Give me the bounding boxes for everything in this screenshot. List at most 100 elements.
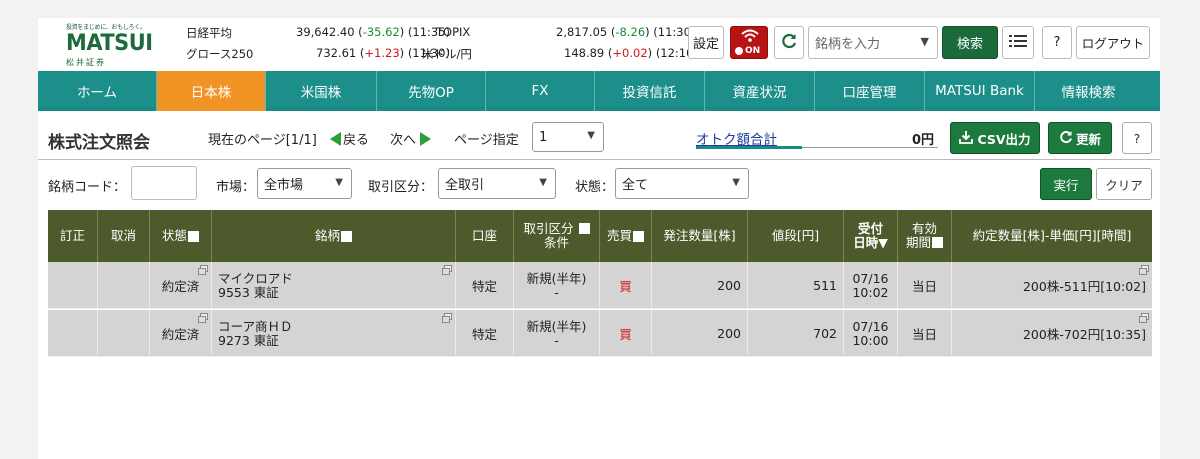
page-select[interactable]: 1 ▼ <box>532 122 604 152</box>
reload-icon <box>780 32 798 54</box>
csv-export-button[interactable]: CSV出力 <box>950 122 1040 154</box>
cell-status[interactable]: 約定済 <box>150 262 212 309</box>
download-icon <box>959 130 974 147</box>
page-container: 投資をまじめに、おもしろく。 MATSUI 松井証券 日経平均 39,642.4… <box>38 18 1160 459</box>
back-link[interactable]: 戻る <box>330 129 369 148</box>
chevron-down-icon: ▼ <box>335 177 343 188</box>
settings-button[interactable]: 設定 <box>688 26 724 59</box>
popup-icon[interactable] <box>198 265 208 275</box>
nav-japan-stocks[interactable]: 日本株 <box>157 71 266 111</box>
otoku-underline-bar <box>696 146 802 149</box>
col-side[interactable]: 売買 <box>600 210 652 262</box>
cell-side: 買 <box>600 310 652 357</box>
title-help-button[interactable]: ? <box>1122 122 1152 154</box>
stock-code-input[interactable] <box>131 166 197 200</box>
index-topix-quote: 2,817.05 (-8.26) (11:30) <box>556 25 696 39</box>
popup-icon[interactable] <box>198 313 208 323</box>
stock-search-placeholder: 銘柄を入力 <box>815 37 881 52</box>
cell-stock[interactable]: コーア商ＨＤ 9273 東証 <box>212 310 456 357</box>
refresh-button[interactable]: 更新 <box>1048 122 1112 154</box>
col-price: 値段[円] <box>748 210 844 262</box>
stock-code-label: 銘柄コード： <box>48 180 127 195</box>
cell-execution[interactable]: 200株-511円[10:02] <box>952 262 1152 309</box>
cell-account: 特定 <box>456 310 514 357</box>
stock-code: 9553 東証 <box>218 284 279 300</box>
col-stock[interactable]: 銘柄 <box>212 210 456 262</box>
logout-button[interactable]: ログアウト <box>1076 26 1150 59</box>
logo-wordmark: MATSUI <box>66 31 153 56</box>
run-button[interactable]: 実行 <box>1040 168 1092 200</box>
cell-qty: 200 <box>652 310 748 357</box>
list-icon <box>1009 34 1027 52</box>
menu-list-button[interactable] <box>1002 26 1034 59</box>
market-select[interactable]: 全市場 ▼ <box>257 168 352 199</box>
divider <box>38 159 1160 160</box>
popup-icon[interactable] <box>442 265 452 275</box>
col-cancel: 取消 <box>98 210 150 262</box>
page-select-label: ページ指定 <box>454 133 519 148</box>
cell-received: 07/16 10:00 <box>844 310 898 357</box>
cell-valid: 当日 <box>898 262 952 309</box>
col-execution: 約定数量[株]-単価[円][時間] <box>972 228 1132 243</box>
col-trade-type[interactable]: 取引区分 条件 <box>514 210 600 262</box>
col-status[interactable]: 状態 <box>150 210 212 262</box>
nav-futures-options[interactable]: 先物OP <box>377 71 486 111</box>
nav-account[interactable]: 口座管理 <box>815 71 925 111</box>
clear-button[interactable]: クリア <box>1096 168 1152 200</box>
nav-assets[interactable]: 資産状況 <box>705 71 815 111</box>
col-valid[interactable]: 有効 期間 <box>898 210 952 262</box>
sort-checkbox-icon <box>188 230 199 242</box>
refresh-icon <box>1059 130 1073 147</box>
status-select[interactable]: 全て ▼ <box>615 168 749 199</box>
chevron-down-icon: ▼ <box>539 177 547 188</box>
stock-search-select[interactable]: 銘柄を入力 ▼ <box>808 26 938 59</box>
sort-checkbox-icon <box>932 237 943 248</box>
cell-account: 特定 <box>456 262 514 309</box>
header-help-button[interactable]: ? <box>1042 26 1072 59</box>
cell-trade-type: 新規(半年) - <box>514 310 600 357</box>
cell-correct <box>48 262 98 309</box>
chevron-down-icon: ▼ <box>920 35 929 48</box>
chevron-down-icon: ▼ <box>732 177 740 188</box>
nav-info-search[interactable]: 情報検索 <box>1035 71 1142 111</box>
nav-us-stocks[interactable]: 米国株 <box>266 71 377 111</box>
otoku-total-link[interactable]: オトク額合計 <box>696 128 777 148</box>
market-label: 市場： <box>216 180 256 195</box>
index-nikkei-name: 日経平均 <box>186 26 232 40</box>
stock-code: 9273 東証 <box>218 332 279 348</box>
logo-sub: 松井証券 <box>66 58 106 67</box>
trade-type-select[interactable]: 全取引 ▼ <box>438 168 556 199</box>
nav-mutual-funds[interactable]: 投資信託 <box>595 71 705 111</box>
col-qty: 発注数量[株] <box>652 210 748 262</box>
cell-stock[interactable]: マイクロアド 9553 東証 <box>212 262 456 309</box>
cell-execution[interactable]: 200株-702円[10:35] <box>952 310 1152 357</box>
reload-button[interactable] <box>774 26 804 59</box>
stock-name[interactable]: マイクロアド <box>218 271 293 286</box>
cell-cancel <box>98 310 150 357</box>
index-growth-name: グロース250 <box>186 47 254 61</box>
nav-matsui-bank[interactable]: MATSUI Bank <box>925 71 1035 111</box>
table-row: 約定済 マイクロアド 9553 東証 特定 新規(半年) - 買 200 511 0… <box>48 262 1152 309</box>
on-label: ON <box>745 46 761 56</box>
cell-trade-type: 新規(半年) - <box>514 262 600 309</box>
main-nav: ホーム 日本株 米国株 先物OP FX 投資信託 資産状況 口座管理 MATSU… <box>38 71 1160 111</box>
nav-home[interactable]: ホーム <box>38 71 157 111</box>
popup-icon[interactable] <box>1139 313 1149 323</box>
cell-side: 買 <box>600 262 652 309</box>
popup-icon[interactable] <box>442 313 452 323</box>
arrow-left-icon <box>330 132 341 146</box>
cell-status[interactable]: 約定済 <box>150 310 212 357</box>
trade-type-label: 取引区分： <box>368 180 434 195</box>
next-link[interactable]: 次へ <box>390 129 432 148</box>
search-button[interactable]: 検索 <box>942 26 998 59</box>
col-received[interactable]: 受付 日時▼ <box>844 210 898 262</box>
col-account: 口座 <box>456 210 514 262</box>
nav-fx[interactable]: FX <box>486 71 595 111</box>
popup-icon[interactable] <box>1139 265 1149 275</box>
stock-name[interactable]: コーア商ＨＤ <box>218 319 293 334</box>
notification-on-button[interactable]: ON <box>730 26 768 59</box>
matsui-logo[interactable]: 投資をまじめに、おもしろく。 MATSUI 松井証券 <box>66 22 156 68</box>
cell-qty: 200 <box>652 262 748 309</box>
wifi-icon <box>741 29 759 46</box>
cell-price: 702 <box>748 310 844 357</box>
